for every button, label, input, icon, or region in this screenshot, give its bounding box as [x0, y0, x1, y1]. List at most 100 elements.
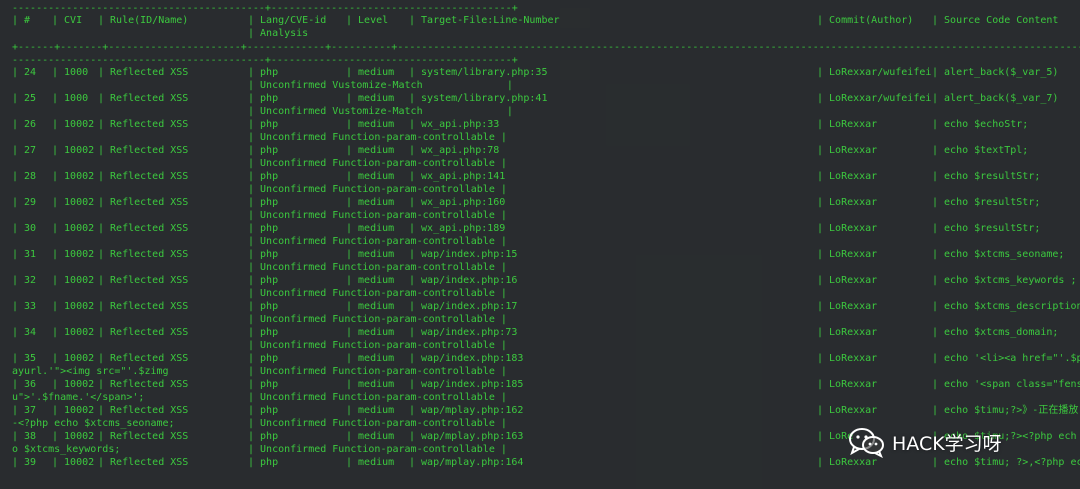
cell-rule: | Reflected XSS [98, 171, 189, 182]
cell-commit: | LoRexxar [817, 197, 878, 208]
cell-lang: | php [248, 379, 279, 390]
cell-wrap: o $xtcms_keywords; [12, 444, 121, 455]
cell-file: | wap/index.php:185 [409, 379, 524, 390]
cell-rule: | Reflected XSS [98, 223, 189, 234]
cell-src: | echo $xtcms_description; [932, 301, 1080, 312]
cell-rule: | Reflected XSS [98, 353, 189, 364]
cell-cvi: | 10002 [52, 197, 95, 208]
cell-file: | wap/index.php:73 [409, 327, 518, 338]
cell-n: | 28 [12, 171, 37, 182]
cell-rule: | Reflected XSS [98, 67, 189, 78]
cell-rule: | Reflected XSS [98, 431, 189, 442]
cell-cvi: | 10002 [52, 405, 95, 416]
cell-commit: | LoRexxar/wufeifei [817, 93, 932, 104]
cell-analysis: | Unconfirmed Function-param-controllabl… [248, 132, 507, 143]
cell-cvi: | 10002 [52, 431, 95, 442]
cell-analysis: | Unconfirmed Function-param-controllabl… [248, 210, 507, 221]
cell-src: | alert_back($_var_7) [932, 93, 1059, 104]
cell-lang: | php [248, 405, 279, 416]
cell-n: | 38 [12, 431, 37, 442]
cell-file: | wap/mplay.php:163 [409, 431, 524, 442]
cell-cvi: | 1000 [52, 67, 89, 78]
table-border-mid: ----------------------------------------… [12, 55, 518, 66]
cell-n: | 37 [12, 405, 37, 416]
cell-level: | medium [346, 457, 395, 468]
cell-commit: | LoRexxar/wufeifei [817, 67, 932, 78]
cell-cvi: | 10002 [52, 171, 95, 182]
cell-lang: | php [248, 171, 279, 182]
cell-analysis: | Unconfirmed Function-param-controllabl… [248, 392, 507, 403]
cell-rule: | Reflected XSS [98, 301, 189, 312]
cell-cvi: | 10002 [52, 379, 95, 390]
cell-lang: | php [248, 301, 279, 312]
cell-n: | 30 [12, 223, 37, 234]
cell-level: | medium [346, 249, 395, 260]
cell-n: | 34 [12, 327, 37, 338]
cell-analysis: | Unconfirmed Vustomize-Match | [248, 106, 513, 117]
watermark-text: HACK学习呀 [892, 432, 1002, 455]
cell-lang: | php [248, 327, 279, 338]
cell-lang: | php [248, 275, 279, 286]
header-cell: | Level [346, 15, 389, 26]
cell-lang: | php [248, 249, 279, 260]
cell-commit: | LoRexxar [817, 145, 878, 156]
cell-analysis: | Unconfirmed Function-param-controllabl… [248, 444, 507, 455]
cell-lang: | php [248, 353, 279, 364]
cell-src: | echo $textTpl; [932, 145, 1029, 156]
cell-n: | 35 [12, 353, 37, 364]
cell-lang: | php [248, 197, 279, 208]
cell-src: | echo $echoStr; [932, 119, 1029, 130]
cell-rule: | Reflected XSS [98, 145, 189, 156]
cell-file: | wap/mplay.php:164 [409, 457, 524, 468]
cell-rule: | Reflected XSS [98, 119, 189, 130]
header-cell: | Rule(ID/Name) [98, 15, 189, 26]
cell-src: | alert_back($_var_5) [932, 67, 1059, 78]
cell-level: | medium [346, 119, 395, 130]
cell-wrap: -<?php echo $xtcms_seoname; [12, 418, 175, 429]
cell-rule: | Reflected XSS [98, 327, 189, 338]
cell-level: | medium [346, 275, 395, 286]
cell-analysis: | Unconfirmed Vustomize-Match | [248, 80, 513, 91]
cell-src: | echo $xtcms_domain; [932, 327, 1059, 338]
cell-analysis: | Unconfirmed Function-param-controllabl… [248, 340, 507, 351]
cell-cvi: | 10002 [52, 249, 95, 260]
cell-level: | medium [346, 405, 395, 416]
cell-rule: | Reflected XSS [98, 379, 189, 390]
cell-n: | 39 [12, 457, 37, 468]
cell-commit: | LoRexxar [817, 353, 878, 364]
cell-level: | medium [346, 197, 395, 208]
cell-cvi: | 1000 [52, 93, 89, 104]
cell-level: | medium [346, 353, 395, 364]
cell-file: | wap/mplay.php:162 [409, 405, 524, 416]
cell-analysis: | Unconfirmed Function-param-controllabl… [248, 288, 507, 299]
cell-file: | system/library.php:35 [409, 67, 548, 78]
cell-rule: | Reflected XSS [98, 405, 189, 416]
cell-cvi: | 10002 [52, 457, 95, 468]
cell-file: | wx_api.php:78 [409, 145, 500, 156]
header-cell: | Commit(Author) [817, 15, 914, 26]
cell-lang: | php [248, 457, 279, 468]
table-border-top: ----------------------------------------… [12, 3, 518, 14]
cell-rule: | Reflected XSS [98, 275, 189, 286]
cell-file: | wx_api.php:141 [409, 171, 506, 182]
cell-n: | 36 [12, 379, 37, 390]
cell-src: | echo $resultStr; [932, 197, 1041, 208]
cell-cvi: | 10002 [52, 145, 95, 156]
cell-cvi: | 10002 [52, 327, 95, 338]
cell-commit: | LoRexxar [817, 119, 878, 130]
cell-n: | 32 [12, 275, 37, 286]
cell-n: | 27 [12, 145, 37, 156]
watermark: HACK学习呀 [848, 422, 1002, 462]
cell-file: | wap/index.php:15 [409, 249, 518, 260]
cell-rule: | Reflected XSS [98, 457, 189, 468]
cell-cvi: | 10002 [52, 301, 95, 312]
cell-level: | medium [346, 67, 395, 78]
cell-lang: | php [248, 119, 279, 130]
cell-analysis: | Unconfirmed Function-param-controllabl… [248, 366, 507, 377]
cell-commit: | LoRexxar [817, 223, 878, 234]
cell-rule: | Reflected XSS [98, 93, 189, 104]
cell-commit: | LoRexxar [817, 249, 878, 260]
cell-src: | echo '<li><a href="'.$pl [932, 353, 1080, 364]
cell-n: | 29 [12, 197, 37, 208]
cell-wrap: ayurl.'"><img src="'.$zimg [12, 366, 169, 377]
